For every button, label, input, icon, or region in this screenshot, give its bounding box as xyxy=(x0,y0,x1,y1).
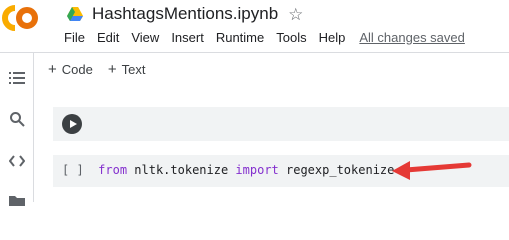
code-text: regexp_tokenize xyxy=(278,163,395,177)
execution-count: [ ] xyxy=(62,163,84,177)
notebook-toolbar: + Code + Text xyxy=(48,60,160,78)
play-icon xyxy=(69,120,77,128)
menu-file[interactable]: File xyxy=(64,30,85,45)
google-drive-icon[interactable] xyxy=(67,7,83,21)
code-snippets-icon[interactable] xyxy=(8,152,26,170)
menu-insert[interactable]: Insert xyxy=(171,30,204,45)
files-icon[interactable] xyxy=(8,191,26,209)
left-sidebar xyxy=(0,53,34,206)
run-cell-button[interactable] xyxy=(62,114,82,134)
add-code-button[interactable]: + Code xyxy=(48,61,93,78)
code-keyword: from xyxy=(98,163,128,177)
menu-help[interactable]: Help xyxy=(319,30,346,45)
colab-logo[interactable]: CO xyxy=(0,3,40,33)
code-text: nltk.tokenize xyxy=(127,163,236,177)
notebook-title-row: HashtagsMentions.ipynb ☆ xyxy=(67,3,303,25)
red-arrow-icon xyxy=(392,161,472,180)
menu-edit[interactable]: Edit xyxy=(97,30,119,45)
star-outline-icon[interactable]: ☆ xyxy=(288,6,303,23)
save-status-link[interactable]: All changes saved xyxy=(359,30,465,45)
notebook-title[interactable]: HashtagsMentions.ipynb xyxy=(92,4,278,24)
menu-view[interactable]: View xyxy=(131,30,159,45)
menu-runtime[interactable]: Runtime xyxy=(216,30,264,45)
code-cell-empty[interactable] xyxy=(53,107,509,141)
header-divider xyxy=(0,52,509,53)
add-code-label: Code xyxy=(61,61,93,77)
add-text-button[interactable]: + Text xyxy=(108,61,146,78)
code-keyword: import xyxy=(235,163,279,177)
add-text-label: Text xyxy=(121,61,146,77)
table-of-contents-icon[interactable] xyxy=(8,69,26,87)
plus-icon: + xyxy=(107,60,117,78)
menu-tools[interactable]: Tools xyxy=(276,30,306,45)
menu-bar: File Edit View Insert Runtime Tools Help… xyxy=(64,28,477,46)
code-line[interactable]: [ ] from nltk.tokenize import regexp_tok… xyxy=(62,163,394,177)
plus-icon: + xyxy=(48,60,57,78)
search-icon[interactable] xyxy=(8,110,26,128)
